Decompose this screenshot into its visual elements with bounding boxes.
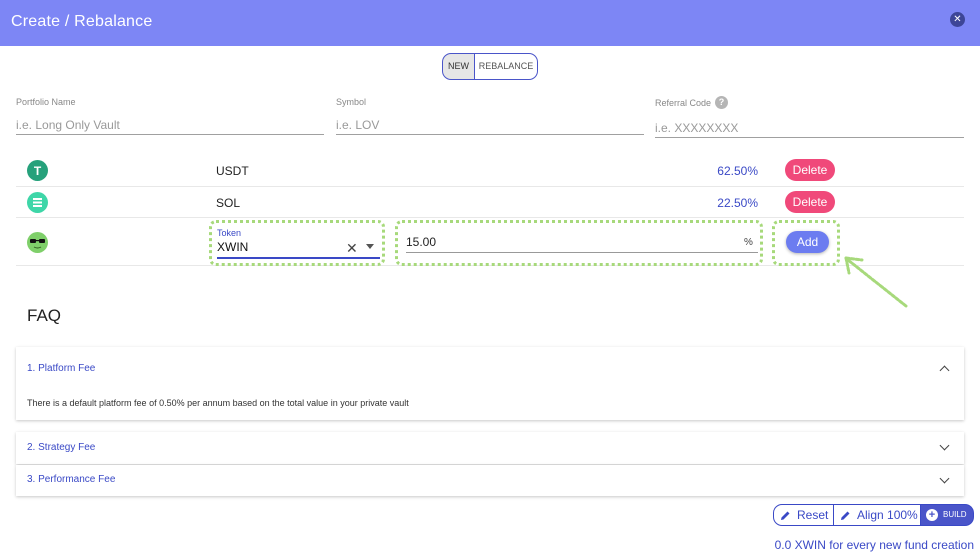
amount-underline [406,252,758,253]
reset-button[interactable]: Reset [773,504,834,526]
chevron-down-icon[interactable] [366,244,374,249]
toggle-rebalance-button[interactable]: REBALANCE [475,53,538,80]
delete-button[interactable]: Delete [785,191,835,213]
pencil-icon [781,511,790,520]
mode-toggle: NEW REBALANCE [442,53,538,80]
token-name: USDT [216,164,249,178]
amount-highlight [395,220,763,266]
delete-button[interactable]: Delete [785,159,835,181]
token-select-input[interactable]: XWIN [217,240,248,254]
create-rebalance-modal: Create / Rebalance ✕ NEW REBALANCE Portf… [0,0,980,559]
build-button[interactable]: + BUILD [921,504,974,526]
token-select-label: Token [217,228,242,238]
pencil-icon [841,511,850,520]
token-percent: 22.50% [717,196,758,210]
toggle-new-button[interactable]: NEW [442,53,475,80]
footer-actions: Reset Align 100% + BUILD [773,504,974,526]
annotation-arrow-icon [844,256,908,308]
token-select-underline [217,257,380,259]
add-circle-icon: + [926,509,938,521]
add-button[interactable]: Add [786,231,829,253]
faq-item-platform-fee[interactable]: 1. Platform Fee There is a default platf… [16,347,964,420]
token-row-sol: SOL 22.50% Delete [16,187,964,218]
symbol-label: Symbol [336,97,367,107]
percent-unit: % [744,237,753,248]
close-icon[interactable]: ✕ [950,12,965,27]
portfolio-name-input[interactable] [16,115,324,135]
svg-text:T: T [34,164,42,178]
faq-question[interactable]: 1. Platform Fee [27,363,95,374]
chevron-down-icon[interactable] [939,440,950,451]
fee-note: 0.0 XWIN for every new fund creation [774,538,974,552]
referral-code-label: Referral Code [655,98,712,108]
modal-header: Create / Rebalance ✕ [0,0,980,46]
token-percent: 62.50% [717,164,758,178]
usdt-icon: T [27,160,48,181]
help-icon[interactable]: ? [715,96,728,109]
faq-question[interactable]: 2. Strategy Fee [27,442,95,453]
faq-title: FAQ [27,306,62,325]
faq-question[interactable]: 3. Performance Fee [27,474,115,485]
amount-input[interactable]: 15.00 [406,235,436,249]
referral-code-input[interactable] [655,118,964,138]
align-button[interactable]: Align 100% [834,504,921,526]
symbol-input[interactable] [336,115,644,135]
faq-answer: There is a default platform fee of 0.50%… [27,398,409,408]
align-label: Align 100% [857,508,918,522]
token-row-usdt: T USDT 62.50% Delete [16,155,964,187]
reset-label: Reset [797,508,829,522]
token-name: SOL [216,196,241,210]
faq-item-performance-fee[interactable]: 3. Performance Fee [16,465,964,496]
sol-icon [27,192,48,213]
xwin-icon [27,232,48,253]
chevron-down-icon[interactable] [939,473,950,484]
faq-item-strategy-fee[interactable]: 2. Strategy Fee [16,432,964,464]
build-label: BUILD [943,510,967,519]
modal-title: Create / Rebalance [11,13,153,30]
clear-icon[interactable]: ✕ [346,240,358,257]
portfolio-name-label: Portfolio Name [16,97,76,107]
chevron-up-icon[interactable] [939,365,950,376]
